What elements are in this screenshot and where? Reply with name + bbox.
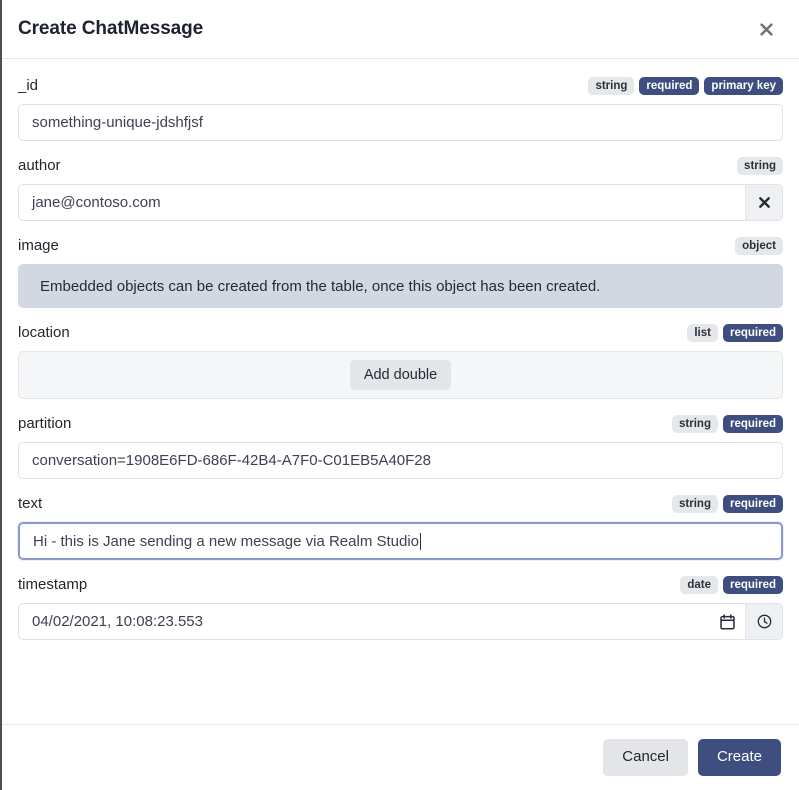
status-badge-type: string bbox=[672, 494, 718, 514]
field-text: text string required Hi - this is Jane s… bbox=[18, 493, 783, 560]
field-label-_id: _id bbox=[18, 77, 39, 94]
status-badge-required: required bbox=[722, 323, 783, 343]
dialog-body: _id string required primary key somethin… bbox=[2, 59, 799, 724]
calendar-icon[interactable] bbox=[709, 604, 745, 639]
field-header-timestamp: timestamp date required bbox=[18, 574, 783, 596]
field-timestamp: timestamp date required 04/02/2021, 10:0… bbox=[18, 574, 783, 640]
field-header-location: location list required bbox=[18, 322, 783, 344]
badge-group-image: object bbox=[735, 236, 783, 256]
field-location: location list required Add double bbox=[18, 322, 783, 399]
field-_id: _id string required primary key somethin… bbox=[18, 75, 783, 141]
author-input[interactable]: jane@contoso.com bbox=[19, 185, 745, 220]
status-badge-primary-key: primary key bbox=[704, 76, 783, 96]
field-label-partition: partition bbox=[18, 415, 72, 432]
text-cursor bbox=[420, 532, 422, 550]
field-label-timestamp: timestamp bbox=[18, 576, 88, 593]
clear-icon[interactable] bbox=[745, 185, 782, 220]
create-object-dialog: Create ChatMessage _id string required p… bbox=[0, 0, 799, 790]
location-list-container: Add double bbox=[18, 351, 783, 399]
field-label-location: location bbox=[18, 324, 70, 341]
field-header-text: text string required bbox=[18, 493, 783, 515]
embedded-object-notice: Embedded objects can be created from the… bbox=[18, 264, 783, 308]
status-badge-type: string bbox=[672, 414, 718, 434]
dialog-header: Create ChatMessage bbox=[2, 0, 799, 59]
id-input[interactable]: something-unique-jdshfjsf bbox=[18, 104, 783, 141]
status-badge-type: object bbox=[735, 236, 783, 256]
status-badge-type: string bbox=[737, 156, 783, 176]
field-label-text: text bbox=[18, 495, 43, 512]
badge-group-author: string bbox=[737, 156, 783, 176]
badge-group-text: string required bbox=[672, 494, 783, 514]
field-image: image object Embedded objects can be cre… bbox=[18, 235, 783, 308]
status-badge-type: date bbox=[680, 575, 718, 595]
create-button[interactable]: Create bbox=[697, 739, 781, 776]
badge-group-_id: string required primary key bbox=[588, 76, 783, 96]
page-title: Create ChatMessage bbox=[18, 18, 204, 39]
status-badge-type: string bbox=[588, 76, 635, 96]
status-badge-required: required bbox=[639, 76, 700, 96]
field-label-author: author bbox=[18, 157, 61, 174]
field-header-_id: _id string required primary key bbox=[18, 75, 783, 97]
status-badge-required: required bbox=[722, 414, 783, 434]
field-header-image: image object bbox=[18, 235, 783, 257]
field-header-partition: partition string required bbox=[18, 413, 783, 435]
field-partition: partition string required conversation=1… bbox=[18, 413, 783, 479]
cancel-button[interactable]: Cancel bbox=[603, 739, 688, 776]
badge-group-timestamp: date required bbox=[680, 575, 783, 595]
partition-input[interactable]: conversation=1908E6FD-686F-42B4-A7F0-C01… bbox=[18, 442, 783, 479]
status-badge-type: list bbox=[687, 323, 718, 343]
field-author: author string jane@contoso.com bbox=[18, 155, 783, 221]
author-input-group: jane@contoso.com bbox=[18, 184, 783, 221]
status-badge-required: required bbox=[722, 494, 783, 514]
timestamp-input-group: 04/02/2021, 10:08:23.553 bbox=[18, 603, 783, 640]
add-double-button[interactable]: Add double bbox=[349, 359, 452, 391]
dialog-footer: Cancel Create bbox=[2, 724, 799, 790]
status-badge-required: required bbox=[722, 575, 783, 595]
clock-icon[interactable] bbox=[745, 604, 782, 639]
field-header-author: author string bbox=[18, 155, 783, 177]
close-icon[interactable] bbox=[753, 16, 779, 42]
badge-group-partition: string required bbox=[672, 414, 783, 434]
badge-group-location: list required bbox=[687, 323, 783, 343]
text-input[interactable]: Hi - this is Jane sending a new message … bbox=[18, 522, 783, 560]
field-label-image: image bbox=[18, 237, 59, 254]
timestamp-input[interactable]: 04/02/2021, 10:08:23.553 bbox=[19, 604, 709, 639]
text-input-value: Hi - this is Jane sending a new message … bbox=[33, 532, 420, 550]
